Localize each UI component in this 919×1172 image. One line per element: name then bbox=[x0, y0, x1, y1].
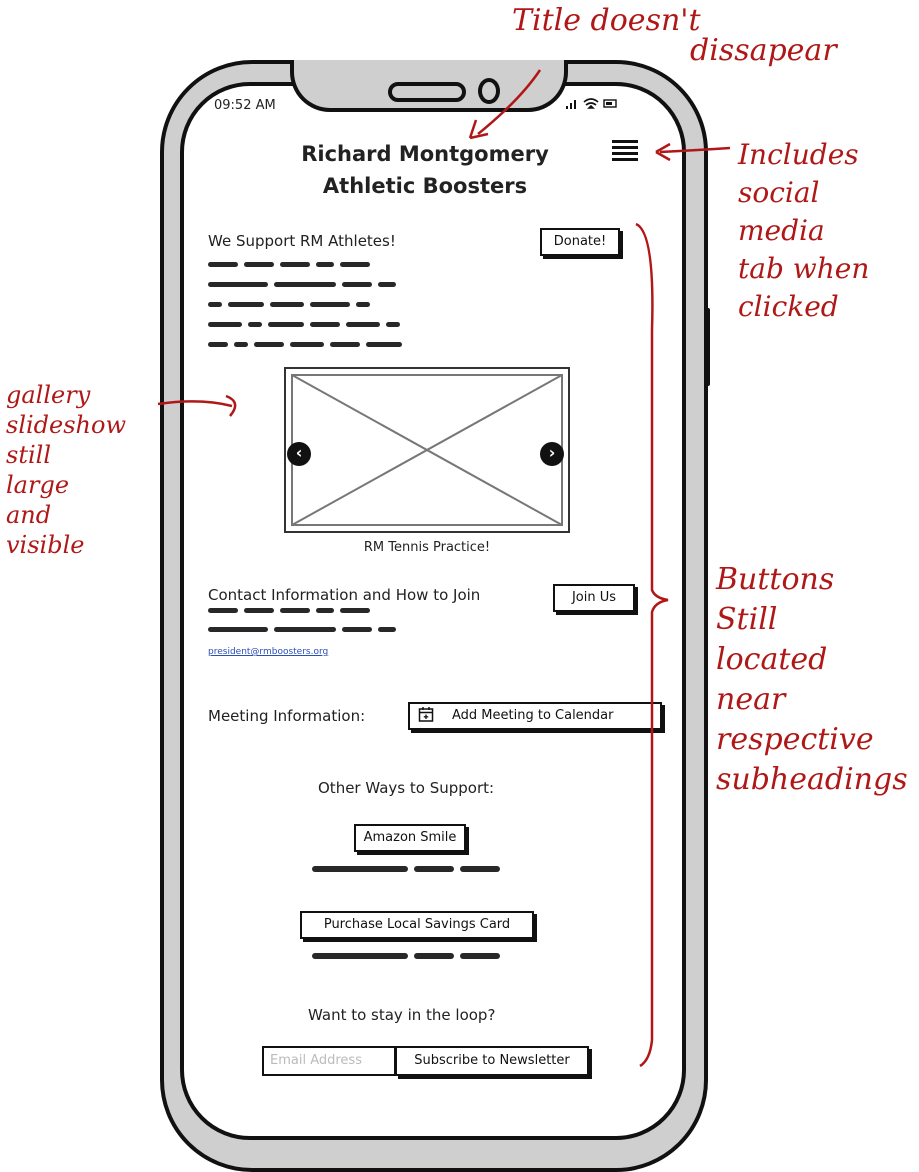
buttons-annotation: Buttons Still located near respective su… bbox=[716, 562, 908, 797]
title-annotation-line2: dissapear bbox=[690, 33, 837, 68]
menu-annotation: Includes social media tab when clicked bbox=[738, 138, 870, 323]
gallery-annotation: gallery slideshow still large and visibl… bbox=[6, 381, 126, 559]
title-annotation-line1: Title doesn't bbox=[512, 3, 701, 38]
